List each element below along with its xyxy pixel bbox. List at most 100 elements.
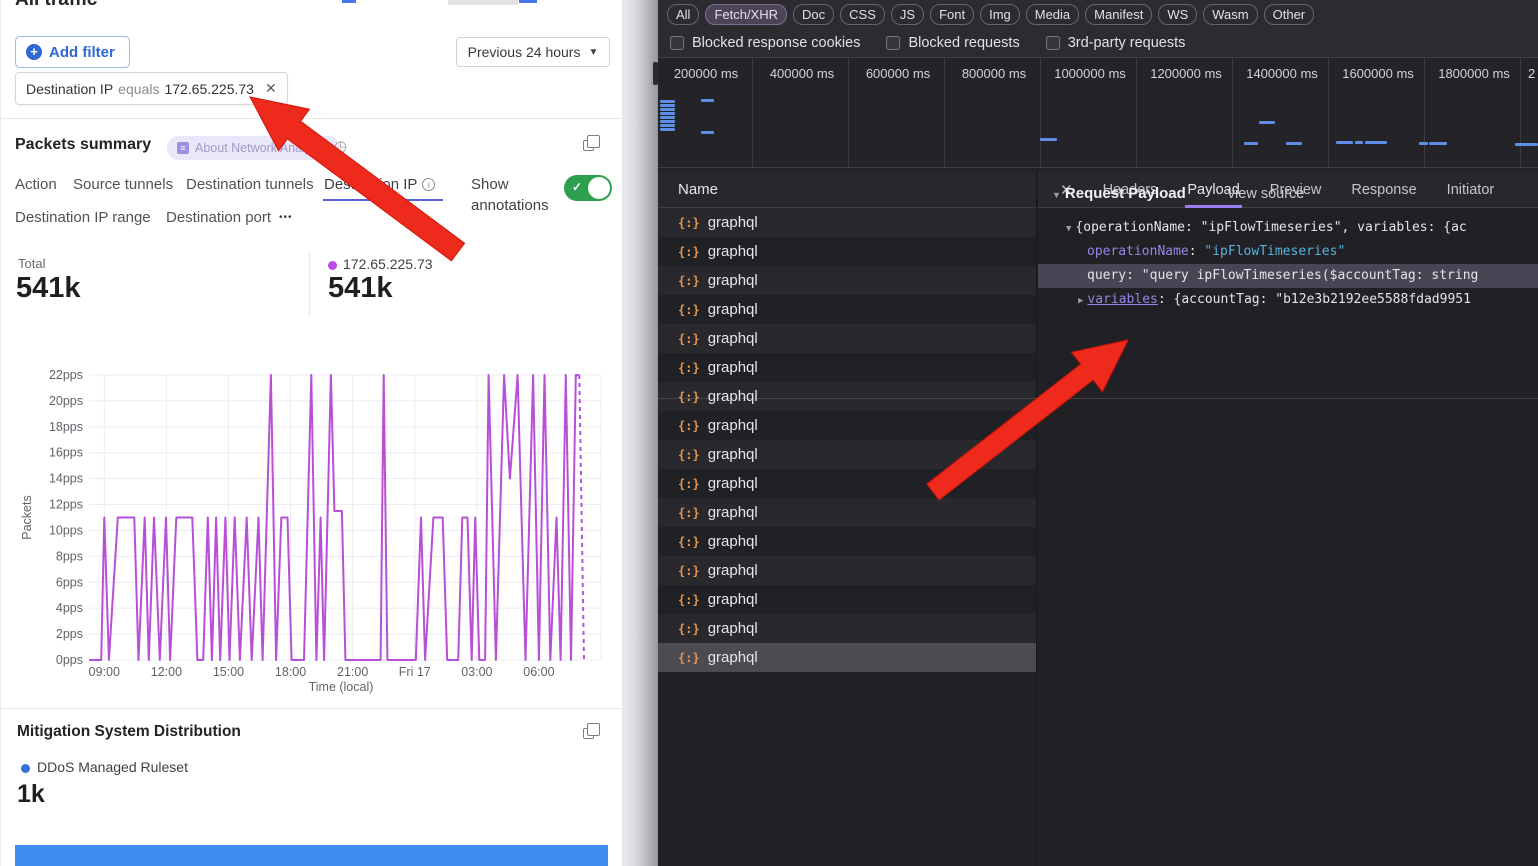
json-request-icon: {:} — [678, 622, 700, 636]
payload-variables-line[interactable]: ▶variables: {accountTag: "b12e3b2192ee55… — [1078, 288, 1471, 312]
checkbox-blocked-requests[interactable]: Blocked requests — [886, 35, 1019, 51]
filter-pill-doc[interactable]: Doc — [793, 4, 834, 25]
request-row[interactable]: {:}graphql — [658, 295, 1037, 324]
packets-timeseries-chart[interactable]: 0pps2pps4pps6pps8pps10pps12pps14pps16pps… — [1, 355, 621, 700]
checkbox-icon[interactable] — [1046, 36, 1060, 50]
tab-destination-ip-range[interactable]: Destination IP range — [15, 209, 151, 226]
request-name: graphql — [708, 214, 758, 231]
request-row[interactable]: {:}graphql — [658, 411, 1037, 440]
request-name: graphql — [708, 330, 758, 347]
request-waterfall-mark — [660, 104, 675, 107]
request-row[interactable]: {:}graphql — [658, 498, 1037, 527]
x-tick-label: 21:00 — [337, 665, 368, 679]
filter-pill-all[interactable]: All — [667, 4, 699, 25]
request-row[interactable]: {:}graphql — [658, 382, 1037, 411]
show-annotations-label: Show annotations — [471, 174, 563, 216]
tab-destination-ip-label: Destination IP — [324, 176, 417, 193]
y-axis-title: Packets — [20, 495, 34, 539]
request-row[interactable]: {:}graphql — [658, 469, 1037, 498]
timeline-tick-label: 600000 ms — [850, 66, 946, 81]
active-tab-underline — [323, 199, 443, 201]
request-row[interactable]: {:}graphql — [658, 643, 1037, 672]
tab-source-tunnels[interactable]: Source tunnels — [73, 176, 173, 193]
checkbox-icon[interactable] — [670, 36, 684, 50]
request-row[interactable]: {:}graphql — [658, 585, 1037, 614]
request-row[interactable]: {:}graphql — [658, 440, 1037, 469]
request-name: graphql — [708, 591, 758, 608]
filter-pill-other[interactable]: Other — [1264, 4, 1315, 25]
triangle-down-icon: ▼ — [1066, 224, 1071, 234]
checkbox-icon[interactable] — [886, 36, 900, 50]
timeline-grid-line — [1136, 58, 1137, 168]
filter-pill-media[interactable]: Media — [1026, 4, 1079, 25]
copy-panel-icon[interactable] — [583, 728, 594, 739]
timeline-grid-line — [1520, 58, 1521, 168]
tab-destination-port[interactable]: Destination port — [166, 209, 271, 226]
name-column-header[interactable]: Name — [658, 172, 1037, 208]
y-tick-label: 20pps — [49, 394, 83, 408]
filter-pill-css[interactable]: CSS — [840, 4, 885, 25]
y-tick-label: 0pps — [56, 653, 83, 667]
packets-summary-title: Packets summary — [15, 136, 151, 154]
timeline-tick-label: 200000 ms — [658, 66, 754, 81]
mitigation-bar — [15, 845, 608, 866]
checkbox-blocked-response-cookies[interactable]: Blocked response cookies — [670, 35, 860, 51]
json-request-icon: {:} — [678, 274, 700, 288]
add-filter-button[interactable]: + Add filter — [15, 36, 130, 68]
filter-pill-fetch-xhr[interactable]: Fetch/XHR — [705, 4, 787, 25]
request-row[interactable]: {:}graphql — [658, 527, 1037, 556]
mitigation-value: 1k — [17, 780, 45, 809]
filter-pill-manifest[interactable]: Manifest — [1085, 4, 1152, 25]
request-row[interactable]: {:} graphql — [658, 324, 1037, 353]
copy-panel-icon[interactable] — [583, 140, 594, 151]
timeline-tick-label: 1200000 ms — [1138, 66, 1234, 81]
request-row[interactable]: {:}graphql — [658, 237, 1037, 266]
section-divider — [1, 708, 623, 709]
json-request-icon: {:} — [678, 332, 700, 346]
remove-filter-icon[interactable]: ✕ — [265, 80, 277, 97]
view-source-link[interactable]: view source — [1228, 186, 1305, 202]
filter-pill-wasm[interactable]: Wasm — [1203, 4, 1257, 25]
details-tab-response[interactable]: Response — [1351, 172, 1416, 208]
y-tick-label: 12pps — [49, 498, 83, 512]
network-overview-timeline[interactable]: 200000 ms400000 ms600000 ms800000 ms1000… — [658, 58, 1538, 168]
filter-pill-img[interactable]: Img — [980, 4, 1020, 25]
add-filter-label: Add filter — [49, 44, 115, 61]
request-row[interactable]: {:}graphql — [658, 614, 1037, 643]
filter-pill-ws[interactable]: WS — [1158, 4, 1197, 25]
request-row[interactable]: {:}graphql — [658, 208, 1037, 237]
json-request-icon: {:} — [678, 361, 700, 375]
tab-destination-tunnels[interactable]: Destination tunnels — [186, 176, 314, 193]
filter-pill-font[interactable]: Font — [930, 4, 974, 25]
checkbox-3rd-party-requests[interactable]: 3rd-party requests — [1046, 35, 1186, 51]
filter-value: 172.65.225.73 — [164, 81, 254, 97]
request-row[interactable]: {:}graphql — [658, 353, 1037, 382]
y-tick-label: 16pps — [49, 446, 83, 460]
timeline-grid-line — [1328, 58, 1329, 168]
name-header-label: Name — [678, 181, 718, 198]
check-icon: ✓ — [572, 180, 582, 194]
json-request-icon: {:} — [678, 506, 700, 520]
timeline-grid-line — [848, 58, 849, 168]
filter-pill-js[interactable]: JS — [891, 4, 924, 25]
time-range-dropdown[interactable]: Previous 24 hours ▼ — [456, 37, 610, 67]
payload-query-line[interactable]: query: "query ipFlowTimeseries($accountT… — [1038, 264, 1538, 288]
tab-destination-ip[interactable]: Destination IPi — [324, 176, 435, 193]
json-request-icon: {:} — [678, 651, 700, 665]
about-badge-label: About Network Analytics — [195, 141, 330, 155]
request-payload-title[interactable]: ▼Request Payload — [1052, 185, 1186, 202]
filter-chip[interactable]: Destination IP equals 172.65.225.73 ✕ — [15, 72, 288, 105]
request-row[interactable]: {:}graphql — [658, 266, 1037, 295]
payload-preview-text: {operationName: "ipFlowTimeseries", vari… — [1075, 220, 1466, 235]
more-tabs-button[interactable]: ••• — [279, 212, 293, 223]
tab-action[interactable]: Action — [15, 176, 57, 193]
details-tab-initiator[interactable]: Initiator — [1447, 172, 1495, 208]
json-request-icon: {:} — [678, 448, 700, 462]
request-row[interactable]: {:}graphql — [658, 556, 1037, 585]
clipped-toolbar-fragment — [448, 0, 518, 5]
about-network-analytics-badge[interactable]: ≡ About Network Analytics — [167, 136, 340, 160]
analytics-panel: All traffic + Add filter Previous 24 hou… — [0, 0, 623, 866]
payload-sep: : — [1158, 292, 1174, 307]
payload-preview-line[interactable]: ▼ {operationName: "ipFlowTimeseries", var… — [1066, 216, 1467, 240]
show-annotations-toggle[interactable]: ✓ — [564, 175, 612, 201]
